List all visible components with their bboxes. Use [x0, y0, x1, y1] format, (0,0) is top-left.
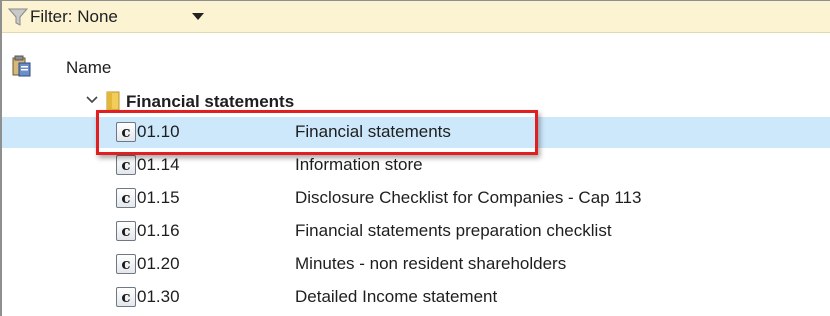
c-document-icon: c: [116, 188, 136, 208]
filter-label[interactable]: Filter: None: [30, 6, 118, 28]
name-column-header[interactable]: Name: [2, 55, 830, 85]
row-code: 01.30: [137, 287, 180, 306]
filter-bar[interactable]: Filter: None: [2, 1, 830, 33]
table-row[interactable]: c 01.20 Minutes - non resident sharehold…: [2, 249, 830, 280]
c-document-icon: c: [116, 254, 136, 274]
clipboard-icon: [12, 55, 31, 77]
row-code: 01.20: [137, 254, 180, 273]
filter-icon[interactable]: [8, 7, 28, 27]
row-code: 01.15: [137, 188, 180, 207]
highlight-annotation-box: [96, 110, 538, 155]
table-row[interactable]: c 01.30 Detailed Income statement: [2, 282, 830, 313]
row-name: Detailed Income statement: [295, 287, 498, 306]
row-name: Information store: [295, 155, 423, 174]
row-name: Disclosure Checklist for Companies - Cap…: [295, 188, 642, 207]
row-name: Minutes - non resident shareholders: [295, 254, 567, 273]
row-code: 01.14: [137, 155, 180, 174]
chevron-down-icon[interactable]: [84, 92, 100, 108]
c-document-icon: c: [116, 221, 136, 241]
c-document-icon: c: [116, 155, 136, 175]
table-row[interactable]: c 01.16 Financial statements preparation…: [2, 216, 830, 247]
row-name: Financial statements preparation checkli…: [295, 221, 612, 240]
name-column-label[interactable]: Name: [66, 57, 111, 79]
filter-dropdown-icon[interactable]: [192, 13, 204, 20]
table-row[interactable]: c 01.15 Disclosure Checklist for Compani…: [2, 183, 830, 214]
c-document-icon: c: [116, 287, 136, 307]
folder-icon: [106, 91, 120, 111]
row-code: 01.16: [137, 221, 180, 240]
